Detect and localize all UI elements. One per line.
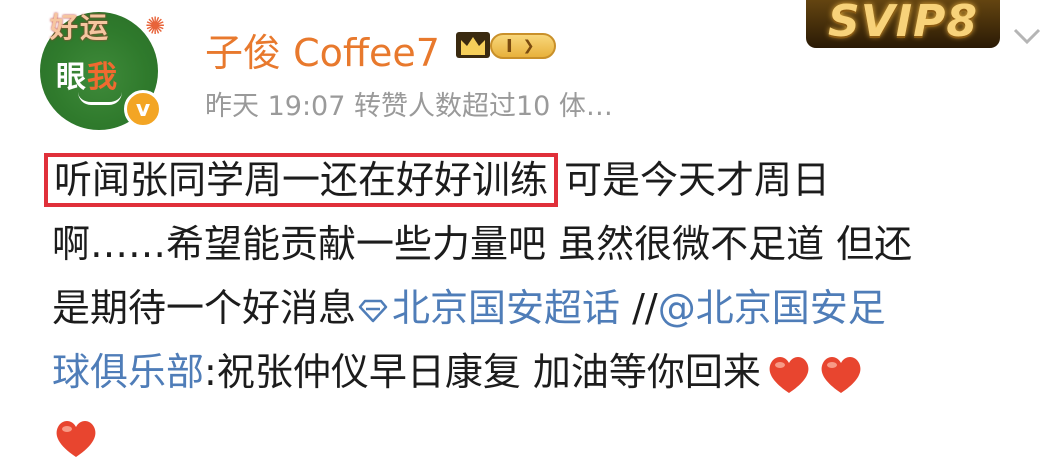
repost-separator: //: [620, 286, 658, 330]
level-badge[interactable]: I ❯: [490, 33, 556, 59]
level-badge-label: I: [506, 35, 513, 57]
weibo-post: 好运 ✺ 眼我 v 子俊 Coffee7 I ❯ 昨天 19:07 转赞人数超过…: [0, 0, 1053, 463]
avatar-swoosh: [78, 92, 122, 105]
avatar-main-text: 眼我: [56, 52, 118, 96]
heart-icon: [821, 356, 861, 393]
verified-icon: v: [124, 90, 162, 128]
level-arrow-icon: ❯: [522, 38, 535, 54]
heart-icon: [56, 420, 96, 457]
avatar-main-text-2: 我: [87, 60, 118, 95]
avatar-main-text-1: 眼: [56, 60, 87, 95]
chevron-down-icon[interactable]: [1012, 24, 1042, 48]
mention-link-part1[interactable]: @北京国安足: [658, 286, 886, 330]
heart-icon: [769, 356, 809, 393]
avatar-spark-icon: ✺: [145, 12, 166, 40]
svip-badge[interactable]: SVIP8: [806, 0, 1000, 48]
avatar-top-text: 好运: [50, 11, 111, 44]
post-line-1-rest: 可是今天才周日: [564, 158, 831, 202]
topic-link[interactable]: 北京国安超话: [392, 286, 620, 330]
post-line-4: 球俱乐部:祝张仲仪早日康复 加油等你回来: [52, 340, 1042, 404]
post-line-2: 啊……希望能贡献一些力量吧 虽然很微不足道 但还: [52, 222, 913, 266]
post-line-4-rest: :祝张仲仪早日康复 加油等你回来: [204, 350, 761, 394]
post-line-3-start: 是期待一个好消息: [52, 286, 357, 330]
topic-diamond-icon: [358, 299, 388, 322]
post-line-1: 听闻张同学周一还在好好训练 可是今天才周日: [44, 148, 1042, 212]
post-line-3: 是期待一个好消息 北京国安超话 //@北京国安足: [52, 276, 1042, 340]
highlighted-text: 听闻张同学周一还在好好训练: [44, 153, 559, 207]
post-body: 听闻张同学周一还在好好训练 可是今天才周日 啊……希望能贡献一些力量吧 虽然很微不…: [44, 148, 1042, 463]
post-meta: 昨天 19:07 转赞人数超过10 体…: [205, 91, 613, 122]
crown-icon[interactable]: [456, 32, 490, 58]
post-line-5: [52, 404, 1042, 463]
username[interactable]: 子俊 Coffee7: [205, 22, 440, 77]
mention-link-part2[interactable]: 球俱乐部: [52, 350, 204, 394]
